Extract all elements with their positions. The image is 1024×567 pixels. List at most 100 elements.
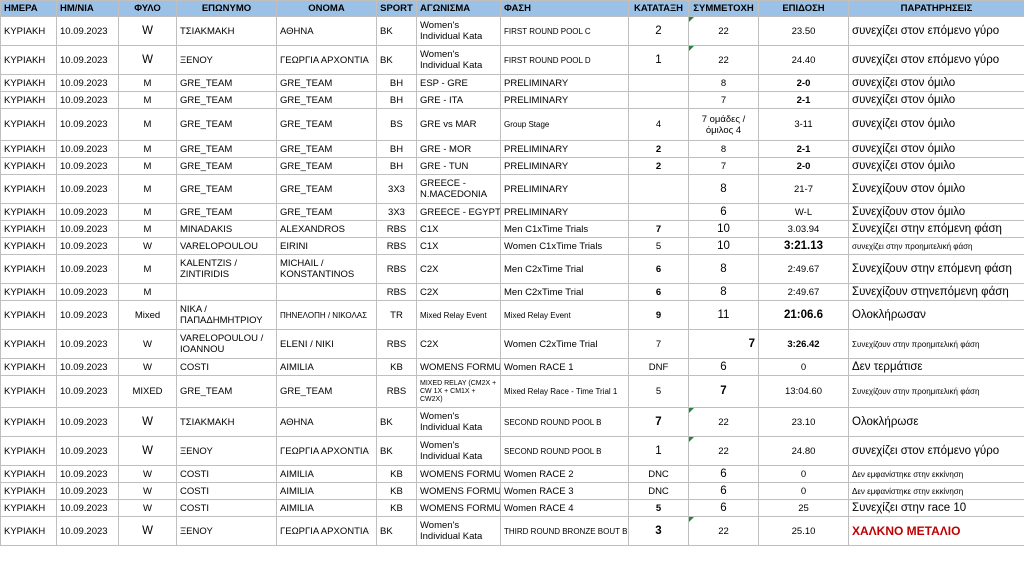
cell-surname[interactable]: ΞΕΝΟΥ (176, 516, 277, 546)
cell-participation[interactable]: 7 (688, 375, 759, 408)
cell-name[interactable]: GRE_TEAM (276, 375, 377, 408)
cell-date[interactable]: 10.09.2023 (56, 91, 119, 109)
cell-event[interactable]: C2X (416, 329, 501, 359)
cell-day[interactable]: ΚΥΡΙΑΚΗ (0, 220, 57, 238)
cell-phase[interactable]: Women RACE 2 (500, 465, 629, 483)
cell-remarks[interactable]: Ολοκλήρωσαν (848, 300, 1024, 330)
cell-participation[interactable]: 22 (688, 407, 759, 437)
cell-sport[interactable]: BK (376, 516, 417, 546)
cell-performance[interactable]: 0 (758, 465, 849, 483)
cell-event[interactable]: GRE - ITA (416, 91, 501, 109)
cell-sport[interactable]: BH (376, 74, 417, 92)
cell-gender[interactable]: M (118, 174, 177, 204)
cell-participation[interactable]: 6 (688, 358, 759, 376)
cell-phase[interactable]: Women C2xTime Trial (500, 329, 629, 359)
cell-gender[interactable]: W (118, 407, 177, 437)
cell-day[interactable]: ΚΥΡΙΑΚΗ (0, 74, 57, 92)
cell-performance[interactable]: 25.10 (758, 516, 849, 546)
cell-event[interactable]: C2X (416, 283, 501, 301)
cell-phase[interactable]: Men C2xTime Trial (500, 283, 629, 301)
cell-performance[interactable]: 2-0 (758, 157, 849, 175)
cell-date[interactable]: 10.09.2023 (56, 329, 119, 359)
cell-performance[interactable]: 0 (758, 358, 849, 376)
cell-surname[interactable]: GRE_TEAM (176, 203, 277, 221)
cell-sport[interactable]: KB (376, 499, 417, 517)
cell-rank[interactable]: 6 (628, 283, 689, 301)
cell-event[interactable]: WOMENS FORMULA (416, 358, 501, 376)
cell-name[interactable]: AIMILIA (276, 499, 377, 517)
cell-participation[interactable]: 6 (688, 465, 759, 483)
cell-phase[interactable]: PRELIMINARY (500, 140, 629, 158)
cell-gender[interactable]: W (118, 16, 177, 46)
cell-event[interactable]: GRE - MOR (416, 140, 501, 158)
cell-day[interactable]: ΚΥΡΙΑΚΗ (0, 283, 57, 301)
cell-phase[interactable]: Women RACE 3 (500, 482, 629, 500)
cell-phase[interactable]: PRELIMINARY (500, 74, 629, 92)
cell-rank[interactable]: 5 (628, 375, 689, 408)
cell-performance[interactable]: 21:06.6 (758, 300, 849, 330)
cell-rank[interactable] (628, 203, 689, 221)
cell-sport[interactable]: BH (376, 157, 417, 175)
cell-name[interactable]: ΑΘΗΝΑ (276, 407, 377, 437)
cell-remarks[interactable]: συνεχίζει στην προημιτελική φάση (848, 237, 1024, 255)
cell-surname[interactable]: GRE_TEAM (176, 375, 277, 408)
cell-day[interactable]: ΚΥΡΙΑΚΗ (0, 108, 57, 141)
cell-surname[interactable]: COSTI (176, 482, 277, 500)
cell-name[interactable]: ΠΗΝΕΛΟΠΗ / ΝΙΚΟΛΑΣ (276, 300, 377, 330)
cell-day[interactable]: ΚΥΡΙΑΚΗ (0, 358, 57, 376)
cell-rank[interactable]: 7 (628, 329, 689, 359)
cell-performance[interactable]: 2:49.67 (758, 283, 849, 301)
cell-date[interactable]: 10.09.2023 (56, 465, 119, 483)
cell-rank[interactable]: 2 (628, 16, 689, 46)
cell-participation[interactable]: 22 (688, 516, 759, 546)
cell-surname[interactable]: COSTI (176, 499, 277, 517)
cell-day[interactable]: ΚΥΡΙΑΚΗ (0, 300, 57, 330)
cell-phase[interactable]: FIRST ROUND POOL C (500, 16, 629, 46)
header-event[interactable]: ΑΓΩΝΙΣΜΑ (416, 0, 501, 17)
cell-remarks[interactable]: Συνεχίζουν στηνεπόμενη φάση (848, 283, 1024, 301)
cell-participation[interactable]: 22 (688, 436, 759, 466)
cell-event[interactable]: GRE - TUN (416, 157, 501, 175)
cell-day[interactable]: ΚΥΡΙΑΚΗ (0, 237, 57, 255)
cell-event[interactable]: C1X (416, 220, 501, 238)
cell-rank[interactable]: 4 (628, 108, 689, 141)
cell-surname[interactable]: GRE_TEAM (176, 174, 277, 204)
cell-day[interactable]: ΚΥΡΙΑΚΗ (0, 45, 57, 75)
cell-date[interactable]: 10.09.2023 (56, 237, 119, 255)
cell-phase[interactable]: Men C2xTime Trial (500, 254, 629, 284)
header-participation[interactable]: ΣΥΜΜΕΤΟΧΗ (688, 0, 759, 17)
cell-performance[interactable]: 2-1 (758, 140, 849, 158)
cell-day[interactable]: ΚΥΡΙΑΚΗ (0, 482, 57, 500)
cell-name[interactable]: AIMILIA (276, 482, 377, 500)
cell-event[interactable]: GREECE - EGYPT (416, 203, 501, 221)
cell-date[interactable]: 10.09.2023 (56, 300, 119, 330)
cell-rank[interactable]: 2 (628, 140, 689, 158)
cell-sport[interactable]: BK (376, 45, 417, 75)
cell-phase[interactable]: PRELIMINARY (500, 157, 629, 175)
cell-name[interactable]: GRE_TEAM (276, 157, 377, 175)
header-performance[interactable]: ΕΠΙΔΟΣΗ (758, 0, 849, 17)
cell-surname[interactable]: KALENTZIS / ZINTIRIDIS (176, 254, 277, 284)
cell-rank[interactable] (628, 91, 689, 109)
cell-rank[interactable]: 3 (628, 516, 689, 546)
cell-surname[interactable]: ΤΣΙΑΚΜΑΚΗ (176, 16, 277, 46)
cell-participation[interactable]: 8 (688, 254, 759, 284)
cell-sport[interactable]: 3X3 (376, 174, 417, 204)
cell-event[interactable]: C1X (416, 237, 501, 255)
cell-remarks[interactable]: συνεχίζει στον όμιλο (848, 140, 1024, 158)
cell-remarks[interactable]: Δεν τερμάτισε (848, 358, 1024, 376)
header-surname[interactable]: ΕΠΩΝΥΜΟ (176, 0, 277, 17)
cell-phase[interactable]: Women RACE 1 (500, 358, 629, 376)
cell-participation[interactable]: 7 (688, 91, 759, 109)
cell-participation[interactable]: 7 (688, 329, 759, 359)
cell-remarks[interactable]: συνεχίζει στον όμιλο (848, 74, 1024, 92)
cell-day[interactable]: ΚΥΡΙΑΚΗ (0, 254, 57, 284)
cell-performance[interactable]: 2-1 (758, 91, 849, 109)
cell-day[interactable]: ΚΥΡΙΑΚΗ (0, 174, 57, 204)
cell-event[interactable]: MIXED RELAY (CM2X + CW 1X + CM1X + CW2X) (416, 375, 501, 408)
cell-sport[interactable]: RBS (376, 375, 417, 408)
cell-surname[interactable]: GRE_TEAM (176, 140, 277, 158)
cell-day[interactable]: ΚΥΡΙΑΚΗ (0, 329, 57, 359)
cell-name[interactable]: GRE_TEAM (276, 174, 377, 204)
cell-performance[interactable]: 3-11 (758, 108, 849, 141)
